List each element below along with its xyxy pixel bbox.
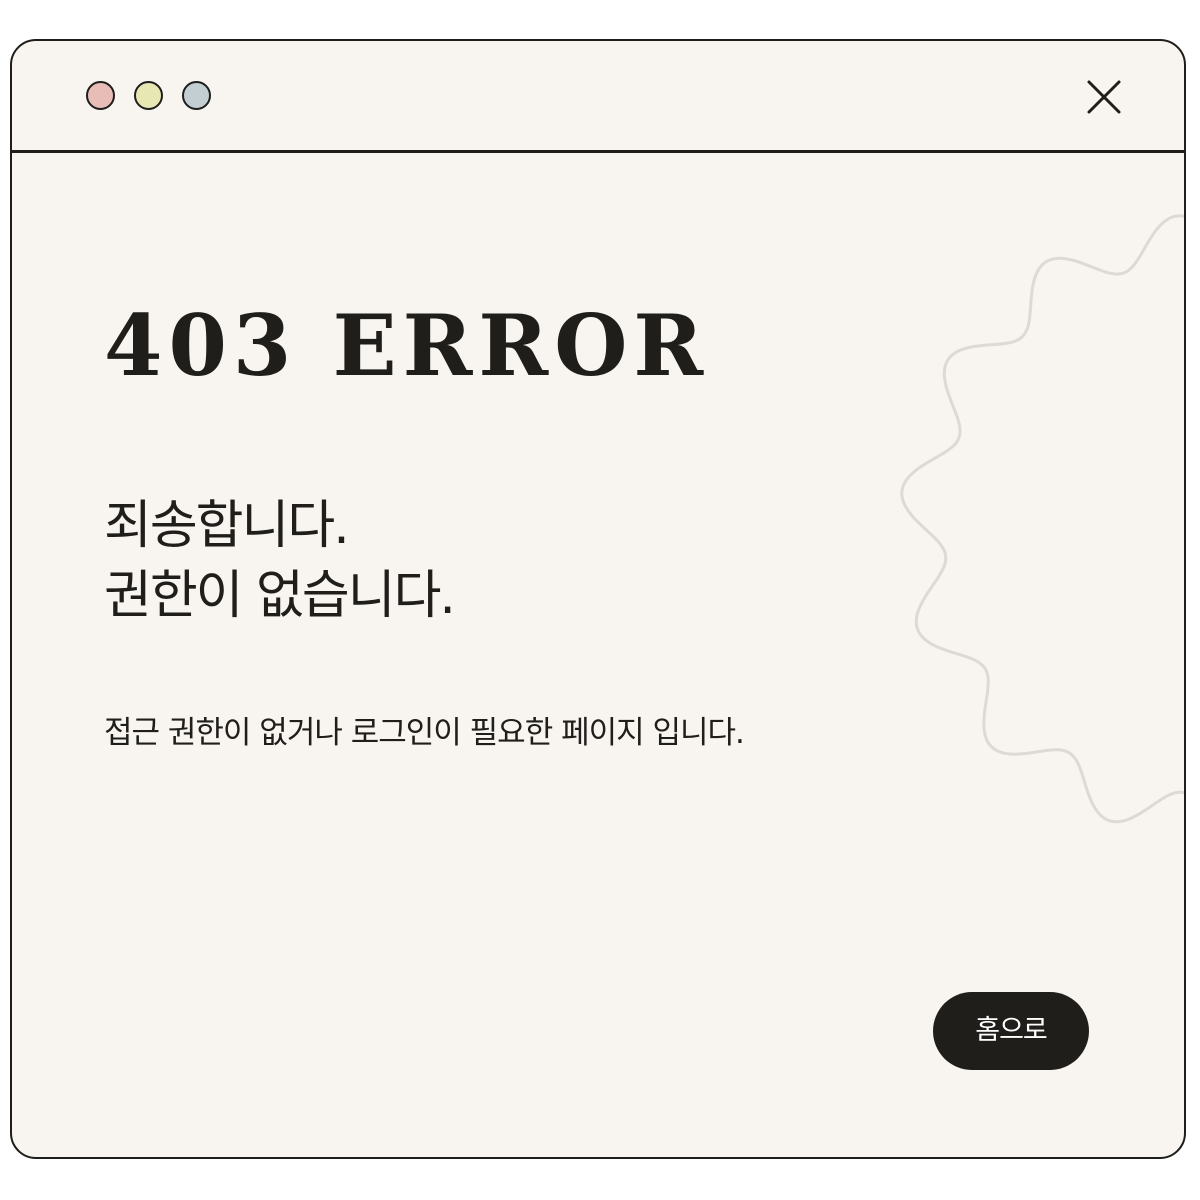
error-description: 접근 권한이 없거나 로그인이 필요한 페이지 입니다. — [104, 715, 745, 751]
yellow-dot-icon[interactable] — [134, 81, 163, 110]
blue-dot-icon[interactable] — [182, 81, 211, 110]
wavy-gear-decoration-icon — [900, 214, 1184, 824]
headline: 죄송합니다. 권한이 없습니다. — [104, 491, 456, 631]
error-code-title: 403 ERROR — [104, 296, 710, 395]
browser-window: 403 ERROR 죄송합니다. 권한이 없습니다. 접근 권한이 없거나 로그… — [10, 39, 1186, 1159]
headline-line-1: 죄송합니다. — [104, 496, 350, 556]
home-button[interactable]: 홈으로 — [933, 992, 1089, 1070]
window-controls — [86, 81, 211, 110]
red-dot-icon[interactable] — [86, 81, 115, 110]
window-titlebar — [12, 41, 1184, 153]
close-icon[interactable] — [1086, 79, 1122, 115]
headline-line-2: 권한이 없습니다. — [104, 566, 456, 626]
